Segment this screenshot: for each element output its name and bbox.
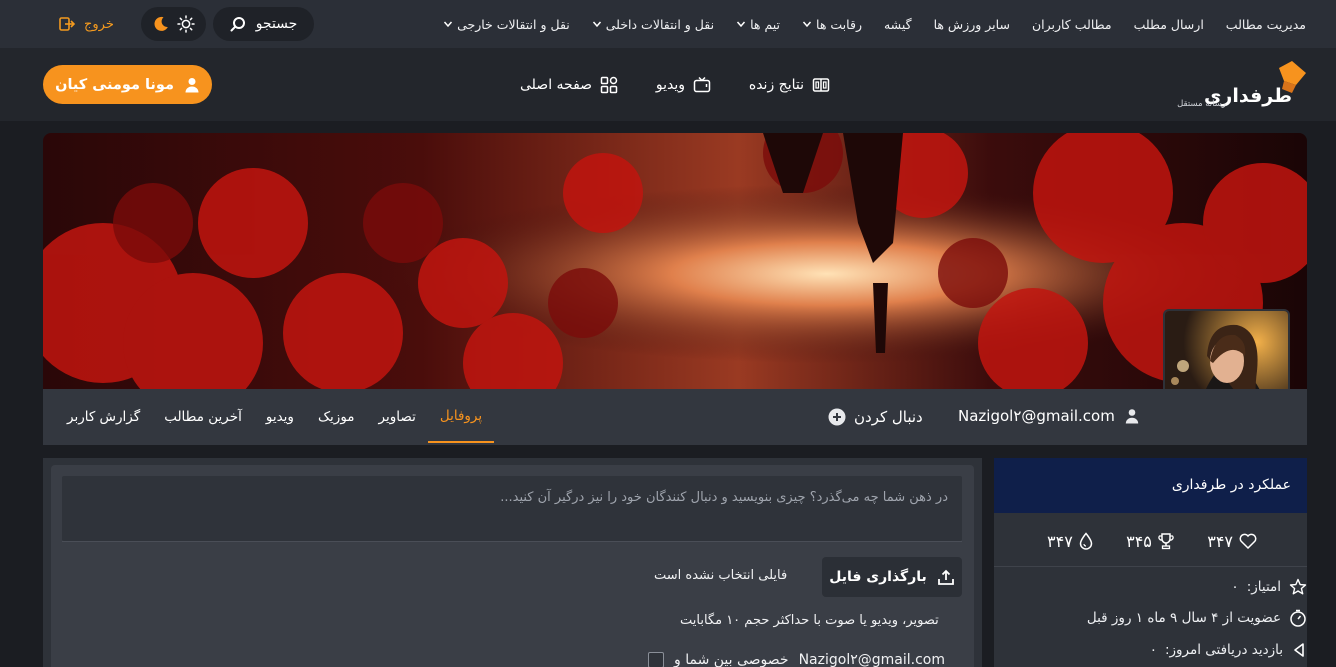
top-nav-item-label: نقل و انتقالات خارجی bbox=[457, 16, 570, 32]
moon-icon[interactable] bbox=[152, 15, 170, 33]
top-nav-item-label: ارسال مطلب bbox=[1133, 16, 1204, 32]
play-left-icon bbox=[1291, 642, 1307, 658]
profile-tab-4[interactable]: آخرین مطالب bbox=[152, 391, 254, 443]
profile-tab-5[interactable]: گزارش کاربر bbox=[55, 391, 152, 443]
top-nav-item-8[interactable]: نقل و انتقالات خارجی bbox=[443, 17, 570, 32]
person-icon bbox=[1125, 408, 1139, 424]
stat-likes-value: ۳۴۷ bbox=[1207, 531, 1233, 551]
stat-drops-value: ۳۴۷ bbox=[1047, 531, 1073, 551]
stat-views-value: ۰ bbox=[1149, 642, 1157, 658]
profile-email: Nazigol۲@gmail.com bbox=[958, 407, 1115, 425]
private-checkbox[interactable] bbox=[648, 652, 664, 667]
cover-artwork-icon bbox=[43, 133, 1307, 389]
profile-tab-2[interactable]: موزیک bbox=[306, 391, 367, 443]
nav-video[interactable]: ویدیو bbox=[656, 76, 711, 94]
top-nav-item-2[interactable]: مطالب کاربران bbox=[1032, 17, 1112, 32]
plus-circle-icon bbox=[828, 408, 846, 426]
user-account-button[interactable]: مونا مومنی کیان bbox=[43, 65, 212, 104]
stat-trophies-value: ۳۴۵ bbox=[1126, 531, 1152, 551]
profile-tabs: گزارش کاربر آخرین مطالب ویدیو موزیک تصاویر پر… bbox=[43, 389, 495, 445]
stat-score-value: ۰ bbox=[1231, 579, 1239, 595]
user-name: مونا مومنی کیان bbox=[55, 76, 174, 93]
search-button[interactable]: جستجو bbox=[213, 7, 314, 41]
scoreboard-icon bbox=[812, 76, 830, 94]
nav-video-label: ویدیو bbox=[655, 77, 686, 93]
profile-tab-1[interactable]: تصاویر bbox=[367, 391, 428, 443]
upload-label: بارگذاری فایل bbox=[829, 569, 927, 585]
top-nav: مدیریت مطالب ارسال مطلب مطالب کاربران سایر … bbox=[443, 0, 1306, 48]
brand-tagline: رسانه مستقل bbox=[1177, 99, 1226, 109]
private-post-row: Nazigol۲@gmail.com خصوصی بین شما و bbox=[648, 650, 945, 667]
top-nav-item-label: رقابت ها bbox=[816, 16, 862, 32]
stat-membership-text: عضویت از ۴ سال ۹ ماه ۱ روز قبل bbox=[1086, 610, 1281, 626]
profile-cover-image bbox=[43, 133, 1307, 389]
upload-icon bbox=[937, 568, 955, 586]
profile-tab-3[interactable]: ویدیو bbox=[254, 391, 306, 443]
chevron-down-icon bbox=[443, 19, 453, 29]
chevron-down-icon bbox=[592, 19, 602, 29]
search-icon bbox=[230, 16, 246, 32]
follow-label: دنبال کردن bbox=[854, 408, 923, 426]
follow-button[interactable]: دنبال کردن bbox=[828, 405, 923, 429]
top-nav-item-label: مدیریت مطالب bbox=[1225, 16, 1306, 32]
star-icon bbox=[1289, 578, 1307, 596]
top-nav-item-label: نقل و انتقالات داخلی bbox=[605, 16, 715, 32]
sun-icon[interactable] bbox=[177, 15, 195, 33]
drop-icon bbox=[1079, 532, 1093, 550]
top-nav-item-1[interactable]: ارسال مطلب bbox=[1134, 17, 1204, 32]
stat-views-label: بازدید دریافتی امروز: bbox=[1164, 642, 1283, 658]
top-nav-item-3[interactable]: سایر ورزش ها bbox=[934, 17, 1010, 32]
chevron-down-icon bbox=[802, 19, 812, 29]
top-nav-item-label: تیم ها bbox=[750, 16, 781, 32]
upload-file-button[interactable]: بارگذاری فایل bbox=[822, 557, 962, 597]
top-nav-item-4[interactable]: گیشه bbox=[884, 17, 912, 32]
stat-score-row: امتیاز: ۰ bbox=[1231, 577, 1307, 597]
top-nav-item-7[interactable]: نقل و انتقالات داخلی bbox=[592, 17, 714, 32]
composer-divider bbox=[62, 541, 962, 542]
grid-icon bbox=[600, 76, 618, 94]
tv-icon bbox=[693, 76, 711, 94]
private-label: خصوصی بین شما و bbox=[674, 652, 789, 667]
theme-toggle[interactable] bbox=[141, 7, 206, 41]
top-nav-item-label: سایر ورزش ها bbox=[933, 16, 1010, 32]
stat-counters: ۳۴۷ ۳۴۵ ۳۴۷ bbox=[1047, 531, 1257, 551]
top-nav-item-label: گیشه bbox=[883, 16, 912, 32]
stats-divider bbox=[994, 566, 1307, 567]
main-nav: صفحه اصلی ویدیو نتایج زنده bbox=[520, 72, 830, 98]
profile-tab-0[interactable]: پروفایل bbox=[427, 391, 495, 443]
profile-email-row: Nazigol۲@gmail.com bbox=[958, 405, 1139, 427]
search-label: جستجو bbox=[255, 16, 298, 32]
nav-live-scores-label: نتایج زنده bbox=[748, 77, 804, 93]
no-file-selected: فایلی انتخاب نشده است bbox=[654, 568, 788, 583]
timer-icon bbox=[1289, 609, 1307, 627]
nav-home-label: صفحه اصلی bbox=[520, 77, 593, 93]
stat-drops: ۳۴۷ bbox=[1047, 532, 1093, 551]
logout-icon bbox=[58, 15, 76, 33]
post-text-input[interactable]: در ذهن شما چه می‌گذرد؟ چیزی بنویسید و دن… bbox=[62, 476, 962, 541]
logout-label: خروج bbox=[84, 16, 114, 32]
heart-icon bbox=[1239, 533, 1257, 549]
user-icon bbox=[184, 77, 200, 93]
stat-score-label: امتیاز: bbox=[1246, 579, 1281, 595]
site-logo[interactable]: طرفداری رسانه مستقل bbox=[1166, 61, 1306, 113]
top-nav-item-label: مطالب کاربران bbox=[1031, 16, 1112, 32]
nav-live-scores[interactable]: نتایج زنده bbox=[749, 76, 830, 94]
top-nav-item-0[interactable]: مدیریت مطالب bbox=[1226, 17, 1306, 32]
stat-likes: ۳۴۷ bbox=[1207, 532, 1257, 551]
trophy-icon bbox=[1158, 532, 1174, 550]
top-nav-item-5[interactable]: رقابت ها bbox=[802, 17, 862, 32]
logout-link[interactable]: خروج bbox=[58, 13, 114, 35]
stat-trophies: ۳۴۵ bbox=[1126, 532, 1174, 551]
private-email: Nazigol۲@gmail.com bbox=[798, 652, 945, 667]
chevron-down-icon bbox=[736, 19, 746, 29]
stat-membership-row: عضویت از ۴ سال ۹ ماه ۱ روز قبل bbox=[1087, 608, 1307, 628]
top-nav-item-6[interactable]: تیم ها bbox=[736, 17, 780, 32]
nav-home[interactable]: صفحه اصلی bbox=[520, 76, 618, 94]
stats-title: عملکرد در طرفداری bbox=[994, 458, 1307, 513]
stat-views-row: بازدید دریافتی امروز: ۰ bbox=[1150, 640, 1307, 660]
upload-hint: تصویر، ویدیو یا صوت با حداکثر حجم ۱۰ مگا… bbox=[680, 613, 939, 628]
